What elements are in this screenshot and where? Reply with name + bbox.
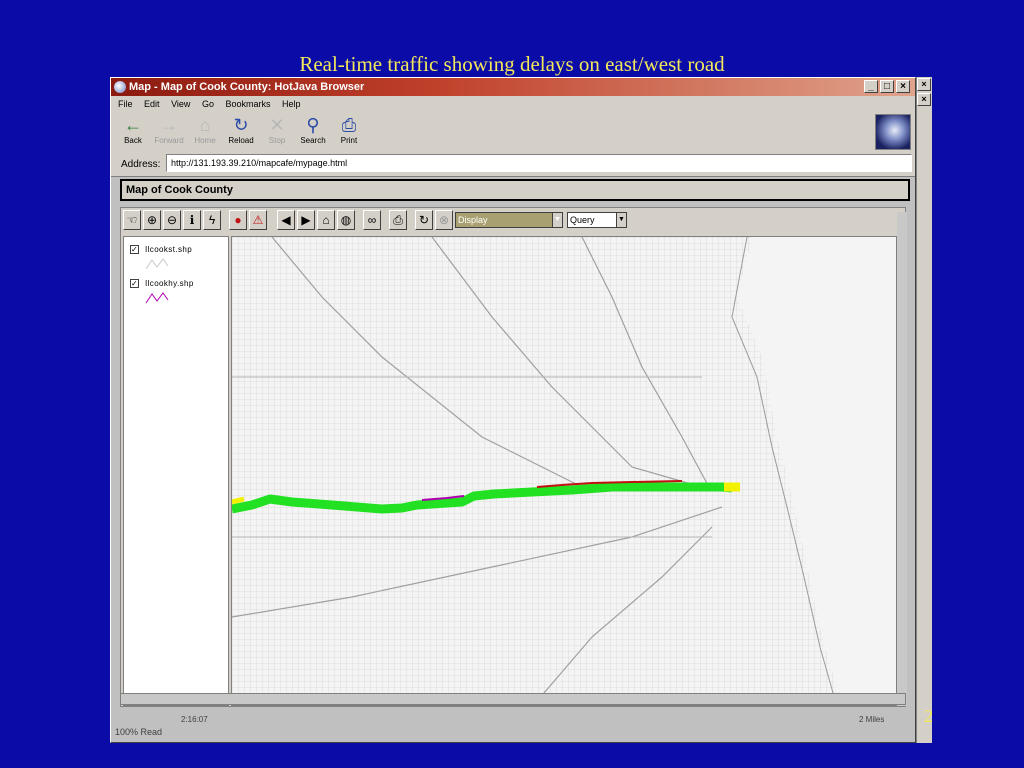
outer-scrollbar[interactable]: × × xyxy=(916,77,932,743)
print-button[interactable]: ⎙ Print xyxy=(331,114,367,150)
highway-line-symbol-icon xyxy=(145,292,169,304)
menu-bookmarks[interactable]: Bookmarks xyxy=(225,99,270,109)
left-arrow-icon[interactable]: ◀ xyxy=(277,210,295,230)
chevron-down-icon: ▼ xyxy=(616,213,626,227)
query-select-value: Query xyxy=(570,215,595,225)
layer-name: Ilcookhy.shp xyxy=(145,279,194,288)
stop-x-icon: ✕ xyxy=(269,115,285,135)
street-line-symbol-icon xyxy=(145,258,169,270)
horizontal-scrollbar[interactable] xyxy=(120,693,906,705)
legend-panel: ✓ Ilcookst.shp ✓ Ilcookhy.shp xyxy=(123,236,229,706)
reload-icon: ↻ xyxy=(233,115,249,135)
map-vertical-scrollbar[interactable] xyxy=(897,212,907,706)
back-label: Back xyxy=(124,136,142,145)
minimize-button[interactable]: _ xyxy=(864,80,878,93)
layer-name: Ilcookst.shp xyxy=(145,245,193,254)
map-time: 2:16:07 xyxy=(181,715,208,724)
maximize-button[interactable]: □ xyxy=(880,80,894,93)
legend-layer-highways[interactable]: ✓ Ilcookhy.shp xyxy=(130,279,194,305)
back-button[interactable]: ← Back xyxy=(115,114,151,150)
layer-checkbox[interactable]: ✓ xyxy=(130,245,139,254)
street-map xyxy=(232,237,896,705)
print-label: Print xyxy=(340,136,358,145)
window-titlebar[interactable]: Map - Map of Cook County: HotJava Browse… xyxy=(111,78,915,96)
pan-hand-icon[interactable]: ☜ xyxy=(123,210,141,230)
window-title: Map - Map of Cook County: HotJava Browse… xyxy=(129,81,365,93)
chevron-down-icon: ▼ xyxy=(552,213,562,227)
stop-button[interactable]: ✕ Stop xyxy=(259,114,295,150)
legend-layer-streets[interactable]: ✓ Ilcookst.shp xyxy=(130,245,192,271)
back-arrow-icon: ← xyxy=(124,115,142,135)
warning-icon[interactable]: ⚠ xyxy=(249,210,267,230)
map-status-row: 2:16:07 2 Miles xyxy=(111,713,915,727)
browser-window: Map - Map of Cook County: HotJava Browse… xyxy=(110,77,916,743)
slide-number: 2 xyxy=(924,706,933,726)
browser-logo-icon xyxy=(875,114,911,150)
stop-label: Stop xyxy=(268,136,286,145)
home-map-icon[interactable]: ⌂ xyxy=(317,210,335,230)
home-button[interactable]: ⌂ Home xyxy=(187,114,223,150)
address-bar: Address: http://131.193.39.210/mapcafe/m… xyxy=(111,154,915,172)
slide-title: Real-time traffic showing delays on east… xyxy=(299,52,725,76)
display-select[interactable]: Display ▼ xyxy=(455,212,563,228)
menu-go[interactable]: Go xyxy=(202,99,214,109)
menu-edit[interactable]: Edit xyxy=(144,99,160,109)
binoculars-icon[interactable]: ∞ xyxy=(363,210,381,230)
menu-help[interactable]: Help xyxy=(282,99,301,109)
forward-button[interactable]: → Forward xyxy=(151,114,187,150)
search-label: Search xyxy=(300,136,326,145)
print-map-icon[interactable]: ⎙ xyxy=(389,210,407,230)
bomb-icon[interactable]: ● xyxy=(229,210,247,230)
magnifier-icon: ⚲ xyxy=(306,115,320,135)
map-toolbar: ☜ ⊕ ⊖ ℹ ϟ ● ⚠ ◀ ▶ ⌂ ◍ ∞ ⎙ ↻ ⊗ Display ▼ xyxy=(123,210,893,232)
refresh-map-icon[interactable]: ↻ xyxy=(415,210,433,230)
printer-icon: ⎙ xyxy=(341,115,357,135)
browser-toolbar: ← Back → Forward ⌂ Home ↻ Reload ✕ Stop … xyxy=(111,114,871,150)
forward-label: Forward xyxy=(154,136,184,145)
map-applet: ☜ ⊕ ⊖ ℹ ϟ ● ⚠ ◀ ▶ ⌂ ◍ ∞ ⎙ ↻ ⊗ Display ▼ xyxy=(120,207,907,707)
address-field[interactable]: http://131.193.39.210/mapcafe/mypage.htm… xyxy=(166,154,912,172)
outer-close-icon-2[interactable]: × xyxy=(917,93,931,106)
globe-icon[interactable]: ◍ xyxy=(337,210,355,230)
display-select-value: Display xyxy=(458,215,488,225)
page-content: Map of Cook County ☜ ⊕ ⊖ ℹ ϟ ● ⚠ ◀ ▶ ⌂ ◍… xyxy=(111,176,915,742)
map-scale: 2 Miles xyxy=(859,715,885,724)
cancel-icon[interactable]: ⊗ xyxy=(435,210,453,230)
reload-button[interactable]: ↻ Reload xyxy=(223,114,259,150)
zoom-out-icon[interactable]: ⊖ xyxy=(163,210,181,230)
address-label: Address: xyxy=(121,159,161,170)
home-icon: ⌂ xyxy=(199,115,211,135)
info-icon[interactable]: ℹ xyxy=(183,210,201,230)
hotjava-icon xyxy=(114,81,126,93)
right-arrow-icon[interactable]: ▶ xyxy=(297,210,315,230)
menu-view[interactable]: View xyxy=(171,99,190,109)
home-label: Home xyxy=(194,136,216,145)
query-select[interactable]: Query ▼ xyxy=(567,212,627,228)
menu-file[interactable]: File xyxy=(118,99,133,109)
outer-close-icon[interactable]: × xyxy=(917,78,931,91)
forward-arrow-icon: → xyxy=(160,115,178,135)
lightning-icon[interactable]: ϟ xyxy=(203,210,221,230)
search-button[interactable]: ⚲ Search xyxy=(295,114,331,150)
layer-checkbox[interactable]: ✓ xyxy=(130,279,139,288)
zoom-in-icon[interactable]: ⊕ xyxy=(143,210,161,230)
close-button[interactable]: × xyxy=(896,80,910,93)
menubar: File Edit View Go Bookmarks Help xyxy=(111,96,915,112)
page-heading: Map of Cook County xyxy=(120,179,910,201)
browser-status: 100% Read xyxy=(115,727,163,737)
reload-label: Reload xyxy=(228,136,254,145)
map-canvas[interactable] xyxy=(231,236,897,706)
